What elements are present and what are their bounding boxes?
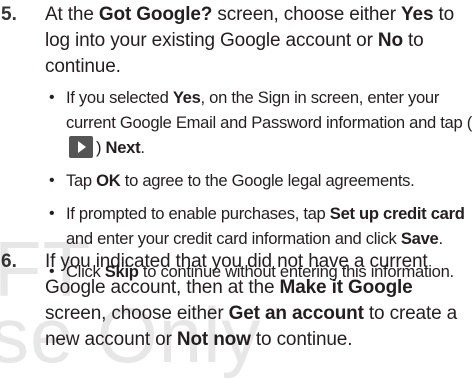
next-arrow-icon (69, 136, 93, 158)
screen-name-make-it-google: Make it Google (279, 277, 413, 298)
set-up-credit-card-label: Set up credit card (329, 204, 465, 223)
step-text-run: At the (45, 4, 99, 25)
step-number: 6. (1, 251, 17, 272)
option-yes: Yes (401, 4, 434, 25)
ok-label: OK (96, 171, 121, 190)
step-text: At the Got Google? screen, choose either… (45, 2, 466, 80)
option-yes: Yes (172, 88, 201, 107)
screen-name-got-google: Got Google? (98, 4, 213, 25)
step-number: 5. (1, 4, 17, 25)
list-item: • Tap OK to agree to the Google legal agr… (48, 168, 472, 193)
step-text-run: screen, choose either (212, 4, 402, 25)
bullet-icon: • (49, 89, 55, 106)
option-get-an-account: Get an account (228, 303, 364, 324)
bullet-text-run: . (140, 138, 145, 157)
bullet-text-run: ) (96, 138, 106, 157)
step-text-run: to continue. (250, 329, 353, 350)
step-text-run: screen, choose either (45, 303, 229, 324)
bullet-text-run: and enter your credit card information a… (66, 229, 401, 248)
bullet-text-run: . (438, 229, 443, 248)
option-no: No (377, 30, 403, 51)
bullet-text-run: If you selected (66, 88, 173, 107)
list-item: • If prompted to enable purchases, tap Se… (48, 201, 472, 251)
bullet-text-run: to agree to the Google legal agreements. (120, 171, 415, 190)
bullet-icon: • (49, 205, 55, 222)
save-label: Save (400, 229, 439, 248)
next-label: Next (105, 138, 141, 157)
bullet-text-run: If prompted to enable purchases, tap (66, 204, 330, 223)
step-text: If you indicated that you did not have a… (45, 249, 466, 353)
bullet-icon: • (49, 172, 55, 189)
list-item: • If you selected Yes, on the Sign in scr… (48, 85, 472, 160)
option-not-now: Not now (176, 329, 251, 350)
bullet-text-run: Tap (66, 171, 97, 190)
